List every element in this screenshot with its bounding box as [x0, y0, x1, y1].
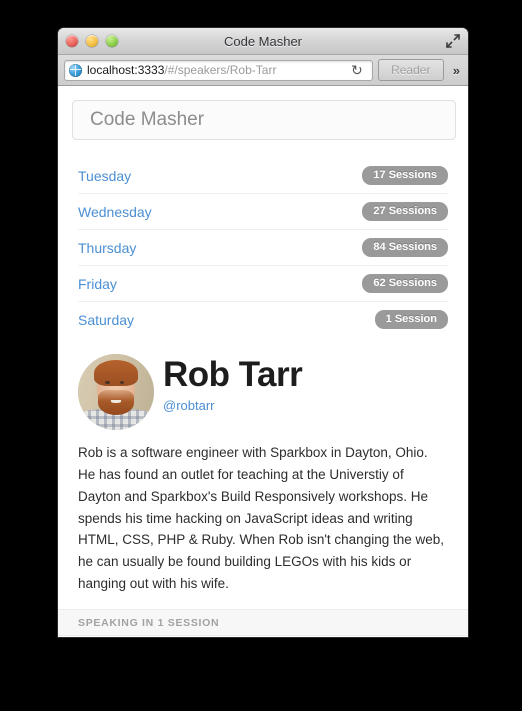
browser-toolbar: localhost:3333/#/speakers/Rob-Tarr ↻ Rea… [58, 55, 468, 86]
speaker-bio: Rob is a software engineer with Sparkbox… [78, 445, 444, 592]
day-link[interactable]: Thursday [78, 240, 136, 256]
zoom-window-button[interactable] [106, 35, 118, 47]
list-item[interactable]: Tuesday 17 Sessions [78, 158, 448, 194]
app-title: Code Masher [90, 109, 205, 130]
sessions-section-header: SPEAKING IN 1 SESSION [58, 609, 468, 637]
day-link[interactable]: Wednesday [78, 204, 152, 220]
twitter-handle-link[interactable]: @robtarr [163, 398, 302, 413]
reload-icon[interactable]: ↻ [348, 63, 368, 77]
list-item[interactable]: Friday 62 Sessions [78, 266, 448, 302]
status-badge: 1 Session [374, 310, 448, 329]
list-item[interactable]: Wednesday 27 Sessions [78, 194, 448, 230]
session-link[interactable]: Responsive JavaScript: Not Your Momma's … [58, 636, 468, 637]
url-path: /#/speakers/Rob-Tarr [164, 63, 277, 77]
address-bar[interactable]: localhost:3333/#/speakers/Rob-Tarr ↻ [64, 59, 373, 81]
avatar [78, 354, 154, 430]
fullscreen-icon[interactable] [445, 33, 461, 49]
day-link[interactable]: Tuesday [78, 168, 131, 184]
status-badge: 84 Sessions [362, 238, 448, 257]
day-link[interactable]: Saturday [78, 312, 134, 328]
globe-icon [69, 63, 82, 77]
window-title: Code Masher [223, 33, 303, 49]
page-content: Code Masher Tuesday 17 Sessions Wednesda… [58, 86, 468, 637]
minimize-window-button[interactable] [86, 35, 98, 47]
speaker-text: Rob Tarr @robtarr [163, 354, 303, 413]
status-badge: 62 Sessions [362, 274, 448, 293]
day-link[interactable]: Friday [78, 276, 117, 292]
toolbar-overflow-button[interactable]: » [449, 63, 462, 78]
status-badge: 17 Sessions [362, 166, 448, 185]
url-host: localhost:3333 [87, 63, 165, 77]
list-item[interactable]: Thursday 84 Sessions [78, 230, 448, 266]
window-titlebar: Code Masher [58, 28, 468, 55]
list-item[interactable]: Saturday 1 Session [78, 302, 448, 337]
speaker-header: Rob Tarr @robtarr [78, 354, 448, 430]
reader-button[interactable]: Reader [377, 59, 444, 81]
url-text: localhost:3333/#/speakers/Rob-Tarr [87, 63, 348, 77]
app-header: Code Masher [72, 100, 456, 140]
sessions-section: SPEAKING IN 1 SESSION Responsive JavaScr… [58, 609, 468, 637]
page-title: Rob Tarr [163, 355, 303, 394]
window-controls [66, 35, 118, 47]
day-list: Tuesday 17 Sessions Wednesday 27 Session… [78, 158, 448, 337]
browser-window: Code Masher localhost:3333/#/speakers/Ro… [58, 28, 468, 637]
close-window-button[interactable] [66, 35, 78, 47]
status-badge: 27 Sessions [362, 202, 448, 221]
